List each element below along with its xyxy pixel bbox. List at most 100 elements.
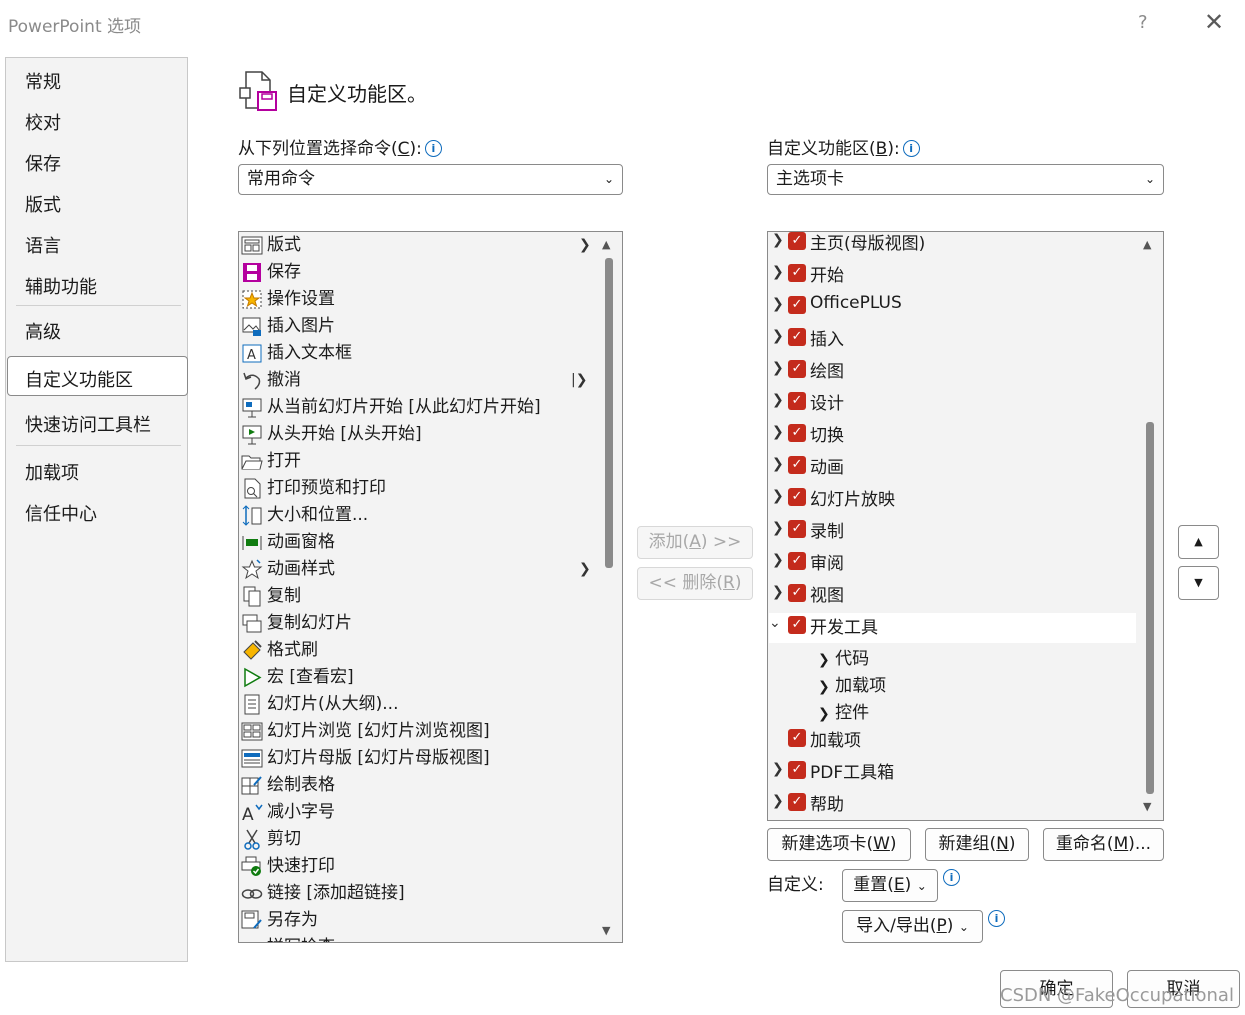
scroll-down-icon[interactable]: ▼ [602, 924, 610, 937]
nav-item-addins[interactable]: 加载项 [25, 459, 79, 485]
list-item[interactable]: 快速打印 [241, 853, 591, 880]
tree-row-transitions[interactable]: ❯ ✓ 切换 [768, 420, 1138, 450]
nav-item-save[interactable]: 保存 [25, 150, 61, 176]
list-item[interactable]: 另存为 [241, 907, 591, 934]
checkbox-checked[interactable]: ✓ [788, 456, 806, 474]
nav-item-advanced[interactable]: 高级 [25, 318, 61, 344]
chevron-right-icon[interactable]: ❯ [772, 360, 784, 376]
chevron-right-icon[interactable]: ❯ [818, 652, 830, 668]
chevron-right-icon[interactable]: ❯ [772, 392, 784, 408]
list-item[interactable]: ABC 拼写检查 [241, 934, 591, 942]
list-item[interactable]: 剪切 [241, 826, 591, 853]
help-icon[interactable]: ? [1138, 12, 1148, 33]
tree-row-home-master[interactable]: ❯ ✓ 主页(母版视图) [768, 232, 1138, 258]
add-button[interactable]: 添加(A) >> [637, 526, 753, 559]
list-item[interactable]: A 减小字号 [241, 799, 591, 826]
info-icon[interactable]: i [943, 869, 960, 886]
commands-source-select[interactable]: 常用命令 ⌄ [238, 164, 623, 195]
tree-child-addins[interactable]: ❯ 加载项 [818, 671, 886, 698]
chevron-right-icon[interactable]: ❯ [772, 761, 784, 777]
nav-item-quick-access[interactable]: 快速访问工具栏 [25, 411, 151, 437]
checkbox-checked[interactable]: ✓ [788, 520, 806, 538]
checkbox-checked[interactable]: ✓ [788, 264, 806, 282]
checkbox-checked[interactable]: ✓ [788, 488, 806, 506]
close-icon[interactable]: ✕ [1204, 8, 1224, 36]
list-item[interactable]: 撤消 |❯ [241, 367, 591, 394]
list-item[interactable]: 动画样式 ❯ [241, 556, 591, 583]
reset-dropdown-button[interactable]: 重置(E) ⌄ [842, 869, 938, 902]
info-icon[interactable]: i [988, 910, 1005, 927]
chevron-right-icon[interactable]: ❯ [772, 584, 784, 600]
checkbox-checked[interactable]: ✓ [788, 232, 806, 250]
tree-row-officeplus[interactable]: ❯ ✓ OfficePLUS [768, 292, 1138, 322]
nav-item-language[interactable]: 语言 [25, 232, 61, 258]
scroll-up-icon[interactable]: ▲ [1143, 238, 1151, 251]
chevron-right-icon[interactable]: ❯ [772, 296, 784, 312]
chevron-right-icon[interactable]: ❯ [772, 328, 784, 344]
tree-row-draw[interactable]: ❯ ✓ 绘图 [768, 356, 1138, 386]
tree-row-record[interactable]: ❯ ✓ 录制 [768, 516, 1138, 546]
list-item[interactable]: 幻灯片母版 [幻灯片母版视图] [241, 745, 591, 772]
nav-item-accessibility[interactable]: 辅助功能 [25, 273, 97, 299]
chevron-right-icon[interactable]: ❯ [818, 706, 830, 722]
list-item[interactable]: 从当前幻灯片开始 [从此幻灯片开始] [241, 394, 591, 421]
nav-item-proofing[interactable]: 校对 [25, 109, 61, 135]
tree-row-insert[interactable]: ❯ ✓ 插入 [768, 324, 1138, 354]
list-item[interactable]: 版式 ❯ [241, 232, 591, 259]
list-item[interactable]: 从头开始 [从头开始] [241, 421, 591, 448]
tree-child-code[interactable]: ❯ 代码 [818, 644, 869, 671]
chevron-right-icon[interactable]: ❯ [772, 456, 784, 472]
tree-row-design[interactable]: ❯ ✓ 设计 [768, 388, 1138, 418]
checkbox-checked[interactable]: ✓ [788, 392, 806, 410]
info-icon[interactable]: i [424, 140, 442, 157]
remove-button[interactable]: << 删除(R) [637, 567, 753, 600]
list-item[interactable]: 插入图片 [241, 313, 591, 340]
checkbox-checked[interactable]: ✓ [788, 584, 806, 602]
scroll-up-icon[interactable]: ▲ [602, 238, 610, 251]
chevron-right-icon[interactable]: ❯ [772, 793, 784, 809]
tree-row-addins[interactable]: ✓ 加载项 [768, 725, 1138, 755]
list-item[interactable]: 操作设置 [241, 286, 591, 313]
tree-row-pdf-toolbox[interactable]: ❯ ✓ PDF工具箱 [768, 757, 1138, 787]
import-export-dropdown-button[interactable]: 导入/导出(P) ⌄ [842, 910, 983, 943]
rename-button[interactable]: 重命名(M)... [1043, 828, 1164, 861]
chevron-right-icon[interactable]: ❯ [772, 232, 784, 248]
chevron-right-icon[interactable]: ❯ [772, 488, 784, 504]
list-item[interactable]: A 插入文本框 [241, 340, 591, 367]
checkbox-checked[interactable]: ✓ [788, 360, 806, 378]
list-item[interactable]: 复制 [241, 583, 591, 610]
nav-item-trust-center[interactable]: 信任中心 [25, 500, 97, 526]
commands-scrollbar[interactable]: ▲ ▼ [601, 232, 617, 942]
chevron-right-icon[interactable]: ❯ [772, 424, 784, 440]
commands-list[interactable]: 版式 ❯ 保存 操作设置 插入图片 A 插入文本框 撤消 |❯ 从当前幻灯片开始 [从… [238, 231, 623, 943]
checkbox-checked[interactable]: ✓ [788, 296, 806, 314]
list-item[interactable]: 打印预览和打印 [241, 475, 591, 502]
chevron-right-icon[interactable]: ❯ [772, 552, 784, 568]
list-item[interactable]: 保存 [241, 259, 591, 286]
tree-child-controls[interactable]: ❯ 控件 [818, 698, 869, 725]
tree-row-review[interactable]: ❯ ✓ 审阅 [768, 548, 1138, 578]
checkbox-checked[interactable]: ✓ [788, 424, 806, 442]
list-item[interactable]: 链接 [添加超链接] [241, 880, 591, 907]
list-item[interactable]: 打开 [241, 448, 591, 475]
new-tab-button[interactable]: 新建选项卡(W) [767, 828, 911, 861]
tree-row-view[interactable]: ❯ ✓ 视图 [768, 580, 1138, 610]
scrollbar-thumb[interactable] [1146, 422, 1154, 794]
checkbox-checked[interactable]: ✓ [788, 729, 806, 747]
list-item[interactable]: 幻灯片浏览 [幻灯片浏览视图] [241, 718, 591, 745]
tree-row-home[interactable]: ❯ ✓ 开始 [768, 260, 1138, 290]
info-icon[interactable]: i [902, 140, 920, 157]
list-item[interactable]: 宏 [查看宏] [241, 664, 591, 691]
tree-row-slideshow[interactable]: ❯ ✓ 幻灯片放映 [768, 484, 1138, 514]
list-item[interactable]: 动画窗格 [241, 529, 591, 556]
ribbon-tabs-tree[interactable]: ❯ ✓ 主页(母版视图) ❯ ✓ 开始 ❯ ✓ OfficePLUS ❯ ✓ 插入 ❯ ✓ 绘图 ❯… [767, 231, 1164, 821]
checkbox-checked[interactable]: ✓ [788, 552, 806, 570]
list-item[interactable]: 复制幻灯片 [241, 610, 591, 637]
tree-row-help[interactable]: ❯ ✓ 帮助 [768, 789, 1138, 819]
list-item[interactable]: 幻灯片(从大纲)... [241, 691, 591, 718]
nav-item-general[interactable]: 常规 [25, 68, 61, 94]
chevron-right-icon[interactable]: ❯ [772, 264, 784, 280]
scrollbar-thumb[interactable] [605, 258, 613, 568]
ribbon-tabs-select[interactable]: 主选项卡 ⌄ [767, 164, 1164, 195]
checkbox-checked[interactable]: ✓ [788, 793, 806, 811]
